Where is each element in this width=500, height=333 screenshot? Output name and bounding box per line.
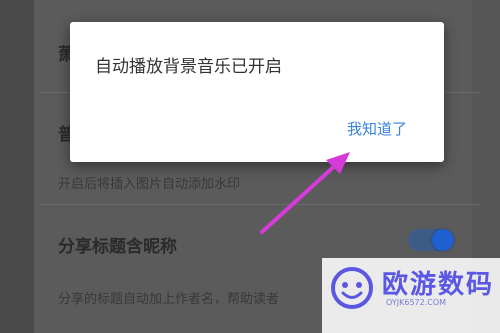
settings-page: 萧 普 开启后将插入图片自动添加水印 分享标题含昵称 分享的标题自动加上作者名，… [0, 0, 500, 333]
smiley-logo-icon [331, 267, 373, 309]
watermark-url: OYJK6572.COM [386, 298, 447, 307]
watermark: 欧游数码 OYJK6572.COM [322, 258, 500, 333]
watermark-name: 欧游数码 [382, 270, 495, 300]
